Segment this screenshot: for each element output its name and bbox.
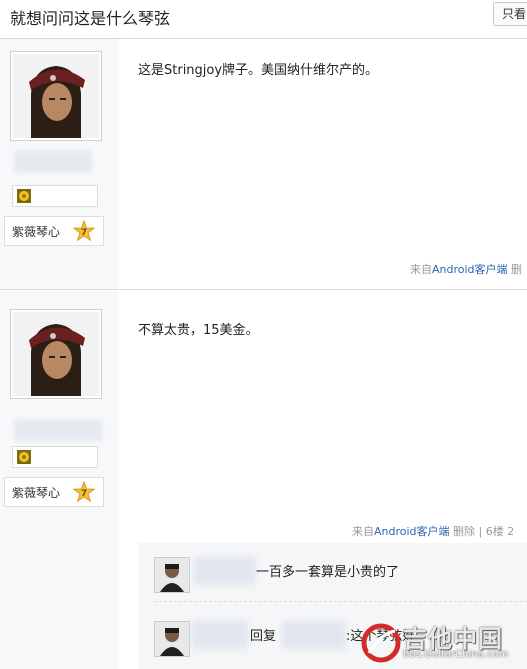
thread-header: 就想问问这是什么琴弦 只看 — [0, 0, 527, 39]
thread-title: 就想问问这是什么琴弦 — [10, 9, 171, 28]
meta-prefix: 来自 — [410, 263, 432, 276]
android-client-link[interactable]: Android客户端 — [432, 263, 508, 276]
username-redacted[interactable] — [14, 151, 92, 173]
post-content: 这是Stringjoy牌子。美国纳什维尔产的。 — [138, 63, 379, 78]
android-client-link[interactable]: Android客户端 — [374, 525, 450, 538]
gold-badge-icon — [17, 189, 31, 203]
reply-avatar[interactable] — [154, 621, 190, 657]
reply-target-redacted[interactable] — [282, 621, 346, 649]
reply-item: 一百多一套算是小贵的了 — [154, 549, 527, 602]
reply-text: 一百多一套算是小贵的了 — [256, 565, 400, 580]
gold-badge-icon — [17, 450, 31, 464]
level-box: 紫薇琴心 7 — [4, 477, 104, 507]
reply-username-redacted[interactable] — [192, 621, 248, 649]
level-box: 紫薇琴心 7 — [4, 216, 104, 246]
level-star-icon: 7 — [73, 220, 95, 242]
post-date: 2 — [507, 525, 515, 538]
watermark-url: bbs.GuitarChina.com — [403, 649, 509, 660]
level-name: 紫薇琴心 — [12, 486, 61, 500]
delete-link[interactable]: 删 — [511, 263, 522, 276]
level-number: 7 — [81, 489, 87, 499]
post-meta: 来自Android客户端 删除 | 6楼 2 — [352, 525, 515, 538]
author-sidebar: 紫薇琴心 7 — [0, 291, 118, 669]
only-view-owner-button[interactable]: 只看 — [493, 2, 527, 26]
level-number: 7 — [81, 228, 87, 238]
member-badge — [12, 185, 98, 207]
post-content: 不算太贵，15美金。 — [138, 323, 259, 338]
reply-avatar[interactable] — [154, 557, 190, 593]
member-badge — [12, 446, 98, 468]
level-star-icon: 7 — [73, 481, 95, 503]
reply-label: 回复 — [250, 629, 277, 644]
avatar[interactable] — [10, 51, 102, 141]
site-watermark: 吉他中国 bbs.GuitarChina.com — [359, 619, 519, 667]
reply-username-redacted[interactable] — [194, 557, 256, 585]
post: 紫薇琴心 7 不算太贵，15美金。 来自Android客户端 删除 | 6楼 2 — [0, 291, 527, 669]
delete-link[interactable]: 删除 — [453, 525, 475, 538]
avatar[interactable] — [10, 309, 102, 399]
author-sidebar: 紫薇琴心 7 — [0, 39, 118, 289]
level-name: 紫薇琴心 — [12, 225, 61, 239]
guitar-logo-icon — [361, 623, 401, 663]
floor-number: 6楼 — [485, 525, 504, 538]
username-redacted[interactable] — [14, 419, 102, 441]
post-meta: 来自Android客户端 删 — [410, 261, 522, 277]
post: 紫薇琴心 7 这是Stringjoy牌子。美国纳什维尔产的。 来自Android… — [0, 39, 527, 290]
meta-prefix: 来自 — [352, 525, 374, 538]
